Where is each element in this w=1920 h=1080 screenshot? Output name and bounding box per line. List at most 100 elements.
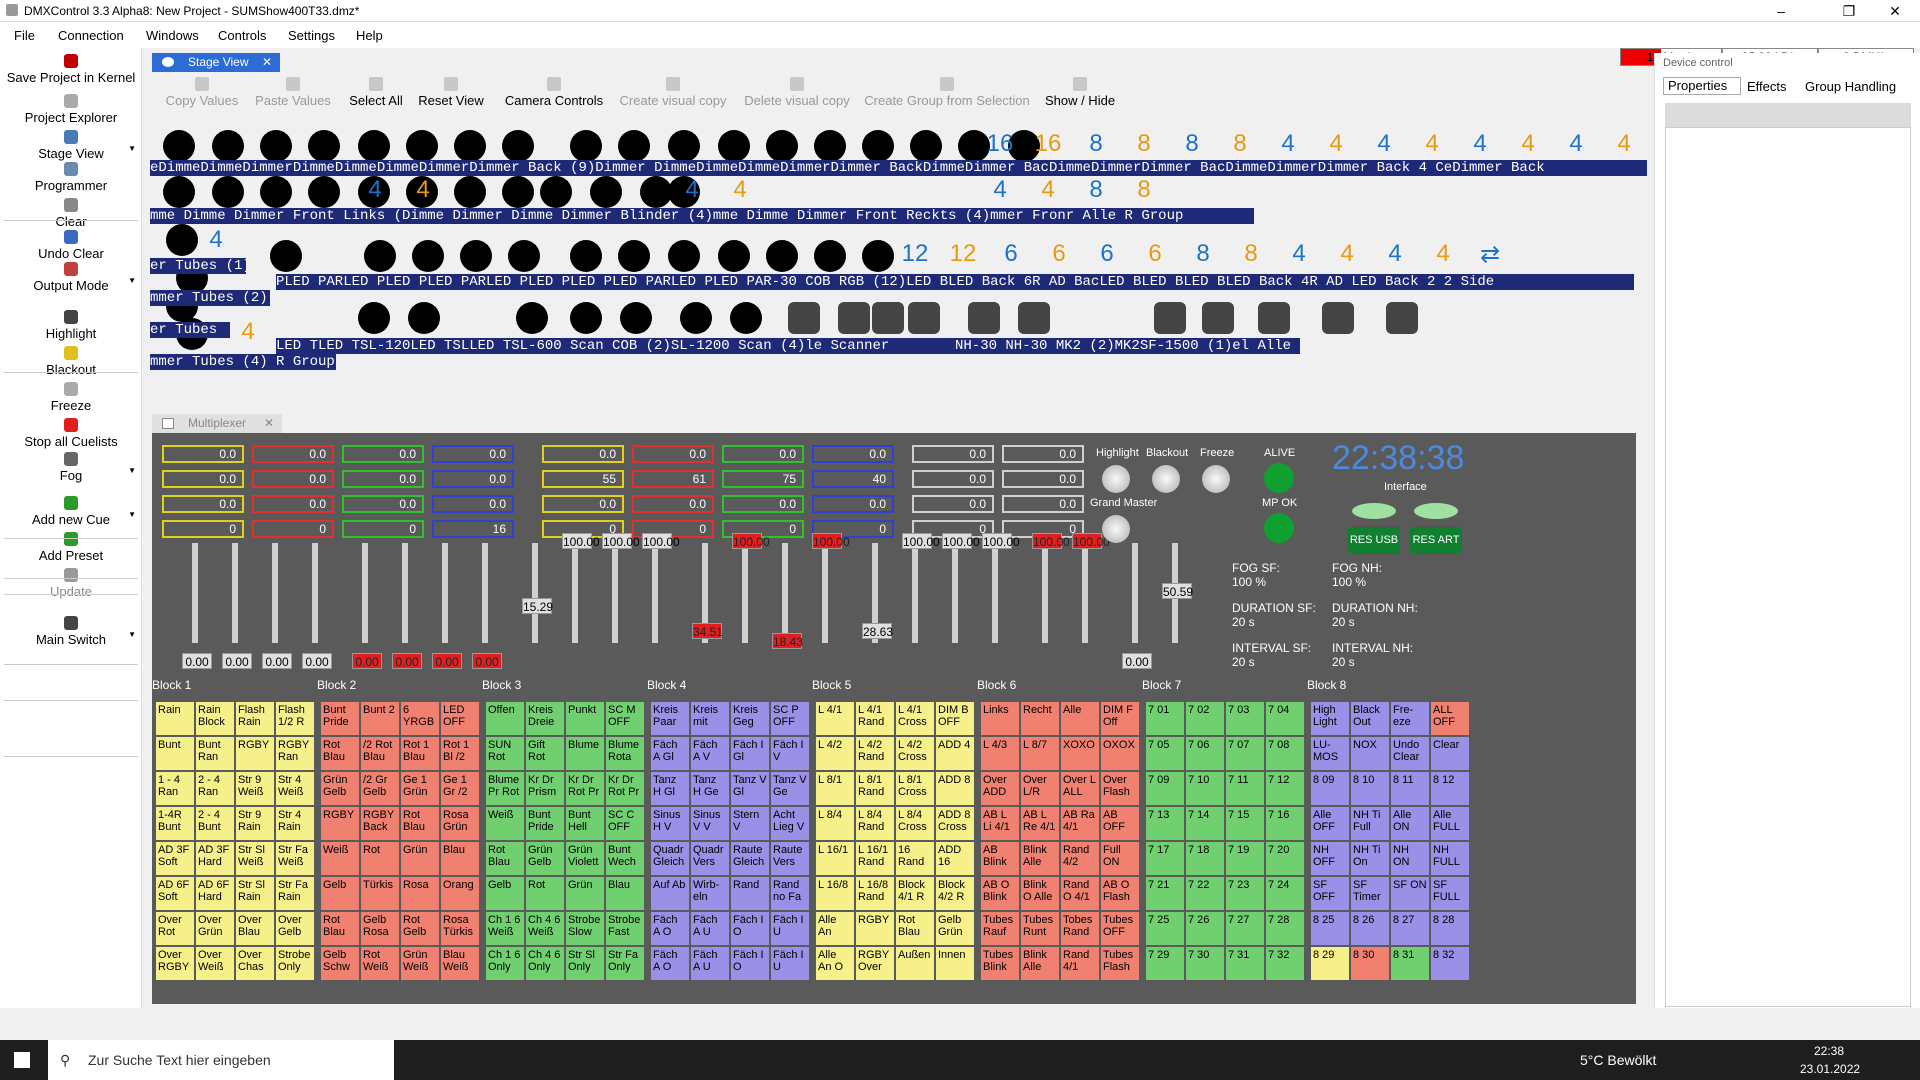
- device-icon[interactable]: [454, 130, 486, 162]
- cue-button[interactable]: Blume: [566, 737, 604, 770]
- device-icon[interactable]: [270, 240, 302, 272]
- left-add-cue-button[interactable]: Add new Cue ▼: [0, 496, 142, 527]
- cue-button[interactable]: Strobe Fast: [606, 912, 644, 945]
- device-icon[interactable]: [1386, 302, 1418, 334]
- cue-button[interactable]: Fäch I Gl: [731, 737, 769, 770]
- cue-button[interactable]: AB L Re 4/1: [1021, 807, 1059, 840]
- fader-value[interactable]: 0.00: [472, 653, 502, 669]
- cue-button[interactable]: Kr Dr Rot Pr: [606, 772, 644, 805]
- toolbar-button-copy-values[interactable]: Copy Values: [162, 77, 242, 108]
- device-icon[interactable]: [618, 240, 650, 272]
- device-icon[interactable]: [166, 224, 198, 256]
- fader-track[interactable]: [482, 543, 488, 643]
- stage-canvas[interactable]: 16 16 8 8 8 8 4 4 4 4 4 4 4 4 4 4 4 4 4 4 8 8 4 12 12 6 6 6 6 8 8 4 4 4 4 ⇄…: [150, 122, 1648, 402]
- device-icon[interactable]: [1322, 302, 1354, 334]
- chevron-down-icon[interactable]: ▼: [128, 144, 136, 153]
- cue-button[interactable]: Over Chas: [236, 947, 274, 980]
- cue-button[interactable]: Alle FULL: [1431, 807, 1469, 840]
- chevron-down-icon[interactable]: ▼: [128, 276, 136, 285]
- menu-windows[interactable]: Windows: [146, 28, 199, 43]
- toolbar-button-paste-values[interactable]: Paste Values: [248, 77, 338, 108]
- cue-button[interactable]: 8 11: [1391, 772, 1429, 805]
- device-icon[interactable]: [406, 130, 438, 162]
- cue-button[interactable]: Over RGBY: [156, 947, 194, 980]
- cue-button[interactable]: Kreis Dreie: [526, 702, 564, 735]
- fader-value[interactable]: 100.00: [812, 533, 850, 549]
- cue-button[interactable]: Str Fa Only: [606, 947, 644, 980]
- cue-button[interactable]: Alle An O: [816, 947, 854, 980]
- fader-value[interactable]: 100.00: [642, 533, 680, 549]
- device-icon[interactable]: [570, 130, 602, 162]
- cue-button[interactable]: 7 18: [1186, 842, 1224, 875]
- fader-value[interactable]: 100.00: [732, 533, 770, 549]
- cue-button[interactable]: L 16/8: [816, 877, 854, 910]
- cue-button[interactable]: L 16/1: [816, 842, 854, 875]
- cue-button[interactable]: L 4/1 Cross: [896, 702, 934, 735]
- cue-button[interactable]: Rosa: [401, 877, 439, 910]
- left-add-preset-button[interactable]: Add Preset: [0, 532, 142, 563]
- left-stop-button[interactable]: Stop all Cuelists: [0, 418, 142, 449]
- cue-button[interactable]: 8 12: [1431, 772, 1469, 805]
- cue-button[interactable]: Quadr Gleich: [651, 842, 689, 875]
- cue-button[interactable]: L 16/8 Rand: [856, 877, 894, 910]
- fader-track[interactable]: [992, 543, 998, 643]
- cue-button[interactable]: Fäch A V: [691, 737, 729, 770]
- toolbar-button-reset-view[interactable]: Reset View: [412, 77, 490, 108]
- cue-button[interactable]: 8 10: [1351, 772, 1389, 805]
- fader-track[interactable]: [1132, 543, 1138, 643]
- cue-button[interactable]: Over Weiß: [196, 947, 234, 980]
- cue-button[interactable]: RGBY: [236, 737, 274, 770]
- device-icon[interactable]: [502, 130, 534, 162]
- fader-value[interactable]: 100.00: [942, 533, 980, 549]
- minimize-icon[interactable]: –: [1758, 0, 1804, 22]
- fader-value[interactable]: 100.00: [562, 533, 600, 549]
- device-icon[interactable]: [502, 176, 534, 208]
- device-icon[interactable]: [260, 130, 292, 162]
- maximize-icon[interactable]: ❐: [1826, 0, 1872, 22]
- cue-button[interactable]: L 8/4 Rand: [856, 807, 894, 840]
- fader-value[interactable]: 0.00: [262, 653, 292, 669]
- cue-button[interactable]: 8 30: [1351, 947, 1389, 980]
- cue-button[interactable]: SUN Rot: [486, 737, 524, 770]
- cue-button[interactable]: XOXO: [1061, 737, 1099, 770]
- cue-button[interactable]: 7 01: [1146, 702, 1184, 735]
- left-undo-button[interactable]: Undo Clear: [0, 230, 142, 261]
- fader-track[interactable]: [1082, 543, 1088, 643]
- cue-button[interactable]: Punkt: [566, 702, 604, 735]
- cue-button[interactable]: Tanz V Gl: [731, 772, 769, 805]
- cue-button[interactable]: Black Out: [1351, 702, 1389, 735]
- device-icon[interactable]: [718, 240, 750, 272]
- cue-button[interactable]: 8 29: [1311, 947, 1349, 980]
- cue-button[interactable]: Grün Gelb: [526, 842, 564, 875]
- cue-button[interactable]: Alle ON: [1391, 807, 1429, 840]
- device-icon[interactable]: [814, 130, 846, 162]
- cue-button[interactable]: Block 4/2 R: [936, 877, 974, 910]
- cue-button[interactable]: Fäch A O: [651, 947, 689, 980]
- cue-button[interactable]: AB Ra 4/1: [1061, 807, 1099, 840]
- cue-button[interactable]: /2 Gr Gelb: [361, 772, 399, 805]
- fader-value[interactable]: 100.00: [1032, 533, 1070, 549]
- cue-button[interactable]: Tobes Rand: [1061, 912, 1099, 945]
- toolbar-button-select-all[interactable]: Select All: [346, 77, 406, 108]
- cue-button[interactable]: Orang: [441, 877, 479, 910]
- cue-button[interactable]: Full ON: [1101, 842, 1139, 875]
- cue-button[interactable]: Kreis Paar: [651, 702, 689, 735]
- cue-button[interactable]: L 4/1: [816, 702, 854, 735]
- device-icon[interactable]: [1154, 302, 1186, 334]
- device-icon[interactable]: [260, 176, 292, 208]
- cue-button[interactable]: Ge 1 Gr /2: [441, 772, 479, 805]
- cue-button[interactable]: ADD 8: [936, 772, 974, 805]
- device-icon[interactable]: [358, 302, 390, 334]
- windows-start-icon[interactable]: [14, 1052, 30, 1068]
- cue-button[interactable]: Clear: [1431, 737, 1469, 770]
- cue-button[interactable]: Str 4 Rain: [276, 807, 314, 840]
- cue-button[interactable]: 7 09: [1146, 772, 1184, 805]
- left-stage-button[interactable]: Stage View ▼: [0, 130, 142, 161]
- cue-button[interactable]: Tubes Runt: [1021, 912, 1059, 945]
- cue-button[interactable]: Over Gelb: [276, 912, 314, 945]
- left-output-button[interactable]: Output Mode ▼: [0, 262, 142, 293]
- cue-button[interactable]: 7 19: [1226, 842, 1264, 875]
- cue-button[interactable]: Raute Vers: [771, 842, 809, 875]
- cue-button[interactable]: 7 32: [1266, 947, 1304, 980]
- cue-button[interactable]: L 4/2: [816, 737, 854, 770]
